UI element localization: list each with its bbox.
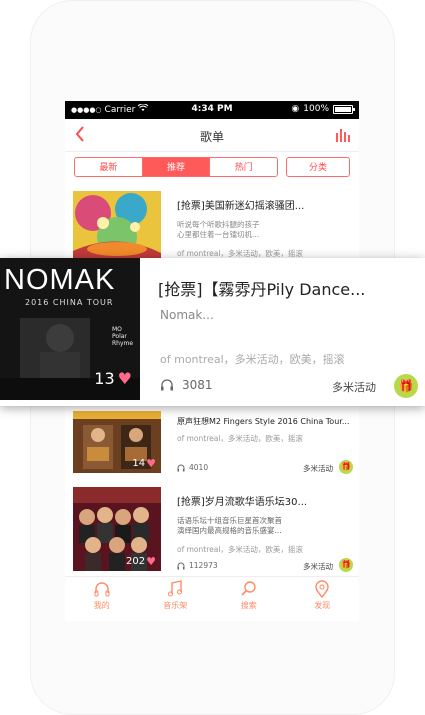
tab-recommended[interactable]: 推荐 [141,158,210,176]
gift-icon[interactable]: 🎁 [339,460,353,474]
tab-category[interactable]: 分类 [286,157,350,177]
item-description: 听说每个听歌抖腿的孩子 心里都住着一台镭切机... [177,220,260,239]
status-bar: ●●●●○ Carrier 4:34 PM ◉ 100% [65,101,359,119]
item-author: Nomak... [160,308,214,322]
item-event-tag: 多米活动 [332,381,376,394]
featured-item-card[interactable]: NOMAK 2016 CHINA TOUR MO Polar Rhyme 13 … [0,258,425,406]
tab-mine[interactable]: 我的 [65,577,139,621]
heart-icon: ♥ [146,457,156,470]
tab-music-shelf-label: 音乐架 [163,601,188,610]
tab-popular[interactable]: 热门 [209,158,277,176]
tab-discover-label: 发现 [314,601,331,610]
cover-mo-text: MO Polar Rhyme [112,326,134,347]
equalizer-icon [336,129,350,142]
item-event-tag: 多米活动 [303,464,333,473]
battery-percent: 100% [303,104,329,114]
headphones-icon [177,464,185,471]
gift-icon[interactable]: 🎁 [339,558,353,572]
tab-mine-label: 我的 [93,601,110,610]
like-count: 14 [132,458,146,469]
cover-image: 202 ♥ [73,487,161,571]
page-title: 歌单 [199,130,224,144]
like-count: 202 [126,556,146,567]
cover-image: NOMAK 2016 CHINA TOUR MO Polar Rhyme 13 … [0,258,140,400]
play-count: 112973 [189,561,218,570]
headphones-icon [94,582,110,597]
gift-icon[interactable]: 🎁 [394,374,418,398]
cover-logo: NOMAK [4,264,116,296]
lock-rotation-icon: ◉ [291,104,300,114]
item-tags: of montreal，多米活动，欧美，摇滚 [177,434,303,443]
item-title: [抢票]【霧雰丹Pily Dance... [158,280,366,299]
heart-icon: ♥ [146,555,156,568]
cover-image: 14 ♥ [73,411,161,473]
item-event-tag: 多米活动 [303,562,333,571]
list-item[interactable]: 202 ♥ [抢票]岁月流歌华语乐坛30... 话语乐坛十组音乐巨星首次聚首 演… [73,487,357,575]
search-icon [241,581,256,596]
bottom-tab-bar: 我的 音乐架 搜索 发现 [65,576,359,621]
item-tags: of montreal，多米活动，欧美，摇滚 [177,545,303,554]
music-note-icon [168,580,183,597]
list-item[interactable]: [抢票]美国新迷幻摇滚骚团... 听说每个听歌抖腿的孩子 心里都住着一台镭切机.… [73,191,357,261]
equalizer-button[interactable] [335,127,351,143]
play-count: 3081 [182,378,213,392]
cover-image [73,191,161,259]
like-count: 13 [94,369,115,388]
tab-music-shelf[interactable]: 音乐架 [139,577,213,621]
tab-search-label: 搜索 [240,601,257,610]
location-pin-icon [315,580,329,598]
nav-bar: 歌单 [65,119,359,152]
item-title: [抢票]岁月流歌华语乐坛30... [177,497,308,508]
item-title: 原声狂想M2 Fingers Style 2016 China Tour... [177,417,350,426]
tab-discover[interactable]: 发现 [286,577,360,621]
item-title: [抢票]美国新迷幻摇滚骚团... [177,201,305,212]
cover-subtitle: 2016 CHINA TOUR [25,298,114,307]
heart-icon: ♥ [117,369,132,388]
headphones-icon [161,379,173,391]
tab-search[interactable]: 搜索 [212,577,286,621]
item-description: 话语乐坛十组音乐巨星首次聚首 演绎国内最高规格的音乐盛宴... [177,516,282,535]
item-tags: of montreal，多米活动，欧美，摇滚 [160,353,345,366]
battery-icon [333,104,355,114]
list-item[interactable]: 14 ♥ 原声狂想M2 Fingers Style 2016 China Tou… [73,401,357,481]
play-count: 4010 [189,463,209,472]
category-tabs: 最新 推荐 热门 分类 [74,157,350,177]
tab-newest[interactable]: 最新 [75,158,142,176]
headphones-icon [177,562,185,569]
